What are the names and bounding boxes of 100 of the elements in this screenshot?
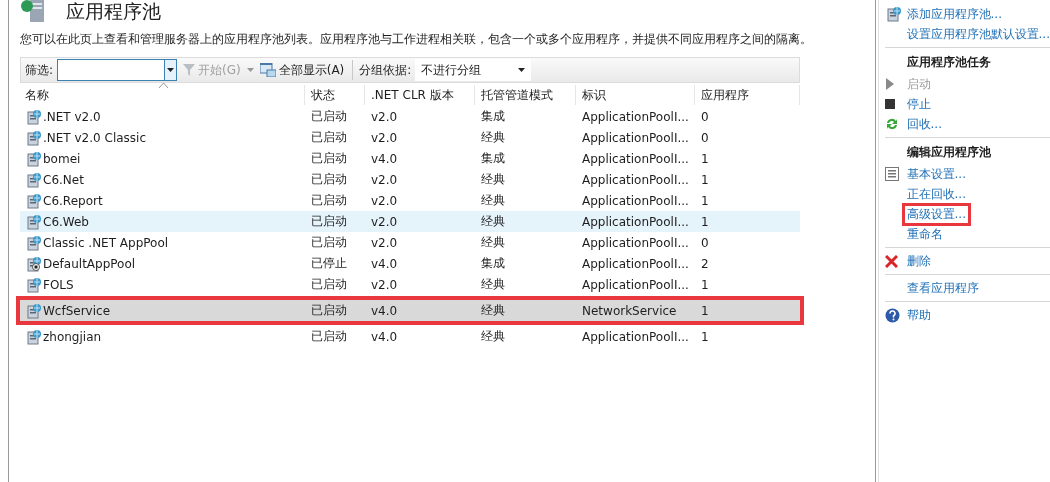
- table-cell: v2.0: [371, 172, 398, 187]
- pool-name: C6.Net: [43, 172, 84, 187]
- page-description: 您可以在此页上查看和管理服务器上的应用程序池列表。应用程序池与工作进程相关联，包含一个或多个应用程序，并提供不同应用程序之间的隔离。: [20, 32, 812, 47]
- table-cell: 1: [701, 193, 709, 208]
- table-cell: v2.0: [371, 109, 398, 124]
- column-header[interactable]: 标识: [576, 85, 695, 105]
- table-row[interactable]: FOLS 已启动 v2.0 经典 ApplicationPoolI... 1: [20, 274, 800, 295]
- table-row[interactable]: DefaultAppPool 已停止 v4.0 集成 ApplicationPoolI... 2: [20, 253, 800, 274]
- table-cell: v4.0: [371, 329, 398, 344]
- table-cell: 1: [701, 329, 709, 344]
- pool-name: zhongjian: [43, 329, 102, 344]
- table-row[interactable]: C6.Report 已启动 v2.0 经典 ApplicationPoolI... 1: [20, 190, 800, 211]
- table-cell: v2.0: [371, 277, 398, 292]
- table-row[interactable]: C6.Web 已启动 v2.0 经典 ApplicationPoolI... 1: [20, 211, 800, 232]
- section-heading: 编辑应用程序池: [905, 144, 992, 161]
- table-cell: 2: [701, 256, 709, 271]
- status-text: 已启动: [311, 129, 347, 146]
- table-cell: 0: [701, 130, 709, 145]
- table-row[interactable]: WcfService 已启动 v4.0 经典 NetworkService 1: [20, 300, 800, 321]
- stop-icon: [884, 99, 895, 109]
- table-cell: 集成: [481, 108, 505, 125]
- table-cell: 集成: [481, 255, 505, 272]
- column-header[interactable]: 托管管道模式: [475, 85, 576, 105]
- table-cell: ApplicationPoolI...: [582, 109, 689, 124]
- pool-name: C6.Report: [43, 193, 103, 208]
- status-text: 已启动: [311, 213, 347, 230]
- table-cell: 经典: [481, 213, 505, 230]
- table-row[interactable]: bomei 已启动 v4.0 集成 ApplicationPoolI... 1: [20, 148, 800, 169]
- delete-icon: [884, 254, 898, 268]
- play-icon: [884, 78, 895, 90]
- action-link[interactable]: 停止: [906, 95, 931, 113]
- table-cell: 1: [701, 151, 709, 166]
- action-link[interactable]: 正在回收...: [906, 185, 966, 203]
- table-cell: 0: [701, 235, 709, 250]
- pool-name: DefaultAppPool: [43, 256, 136, 271]
- table-cell: ApplicationPoolI...: [582, 235, 689, 250]
- status-text: 已启动: [311, 234, 347, 251]
- table-cell: v2.0: [371, 193, 398, 208]
- table-row[interactable]: .NET v2.0 已启动 v2.0 集成 ApplicationPoolI... 0: [20, 106, 800, 127]
- dropdown-arrow-icon: [167, 68, 175, 72]
- column-header[interactable]: 名称: [20, 85, 305, 105]
- pool-name: .NET v2.0: [43, 109, 101, 124]
- status-text: 已启动: [311, 108, 347, 125]
- table-cell: 经典: [481, 171, 505, 188]
- table-cell: ApplicationPoolI...: [582, 256, 689, 271]
- action-link[interactable]: 添加应用程序池...: [906, 5, 1002, 23]
- table-cell: NetworkService: [582, 303, 677, 318]
- status-text: 已启动: [311, 150, 347, 167]
- status-text: 已启动: [311, 192, 347, 209]
- recycle-icon: [884, 117, 899, 131]
- funnel-icon: [183, 64, 196, 76]
- status-text: 已启动: [311, 328, 347, 345]
- column-header[interactable]: 状态: [305, 85, 365, 105]
- table-cell: ApplicationPoolI...: [582, 329, 689, 344]
- table-row[interactable]: .NET v2.0 Classic 已启动 v2.0 经典 ApplicationPoolI... 0: [20, 127, 800, 148]
- action-link[interactable]: 基本设置...: [906, 165, 966, 183]
- table-row[interactable]: zhongjian 已启动 v4.0 经典 ApplicationPoolI... 1: [20, 326, 800, 347]
- table-cell: 1: [701, 277, 709, 292]
- filter-field[interactable]: [57, 59, 178, 81]
- group-by-dropdown[interactable]: 不进行分组: [415, 59, 532, 81]
- dropdown-arrow-icon: [518, 68, 526, 72]
- pool-name: .NET v2.0 Classic: [43, 130, 147, 145]
- pool-name: C6.Web: [43, 214, 89, 229]
- filter-label: 筛选:: [25, 61, 54, 79]
- window-icon: [259, 63, 276, 77]
- table-cell: v2.0: [371, 130, 398, 145]
- column-header[interactable]: 应用程序: [695, 85, 800, 105]
- action-link[interactable]: 设置应用程序池默认设置...: [906, 25, 1050, 43]
- show-all-button[interactable]: 全部显示(A): [257, 61, 347, 79]
- table-cell: v2.0: [371, 214, 398, 229]
- table-cell: 1: [701, 303, 709, 318]
- action-link[interactable]: 高级设置...: [901, 202, 971, 226]
- page-title: 应用程序池: [66, 0, 161, 22]
- table-cell: ApplicationPoolI...: [582, 277, 689, 292]
- table-cell: 1: [701, 172, 709, 187]
- table-cell: 集成: [481, 150, 505, 167]
- pool-name: FOLS: [43, 277, 74, 292]
- action-link[interactable]: 重命名: [906, 225, 943, 243]
- table-row[interactable]: Classic .NET AppPool 已启动 v2.0 经典 ApplicationPoolI... 0: [20, 232, 800, 253]
- column-header[interactable]: .NET CLR 版本: [365, 85, 475, 105]
- table-cell: ApplicationPoolI...: [582, 151, 689, 166]
- status-text: 已启动: [311, 276, 347, 293]
- pool-name: Classic .NET AppPool: [43, 235, 169, 250]
- action-link[interactable]: 删除: [906, 252, 931, 270]
- table-row[interactable]: C6.Net 已启动 v2.0 经典 ApplicationPoolI... 1: [20, 169, 800, 190]
- table-cell: ApplicationPoolI...: [582, 214, 689, 229]
- action-link[interactable]: 回收...: [906, 115, 942, 133]
- table-cell: v4.0: [371, 303, 398, 318]
- table-cell: ApplicationPoolI...: [582, 193, 689, 208]
- action-link[interactable]: 帮助: [906, 306, 931, 324]
- pool-name: bomei: [43, 151, 81, 166]
- table-cell: v4.0: [371, 151, 398, 166]
- table-cell: 经典: [481, 276, 505, 293]
- table-cell: 经典: [481, 302, 505, 319]
- table-cell: 经典: [481, 129, 505, 146]
- pool-name: WcfService: [43, 303, 111, 318]
- action-link[interactable]: 查看应用程序: [906, 279, 979, 297]
- app-pool-icon: [884, 6, 901, 22]
- dropdown-arrow-icon: [246, 68, 254, 72]
- table-cell: 经典: [481, 192, 505, 209]
